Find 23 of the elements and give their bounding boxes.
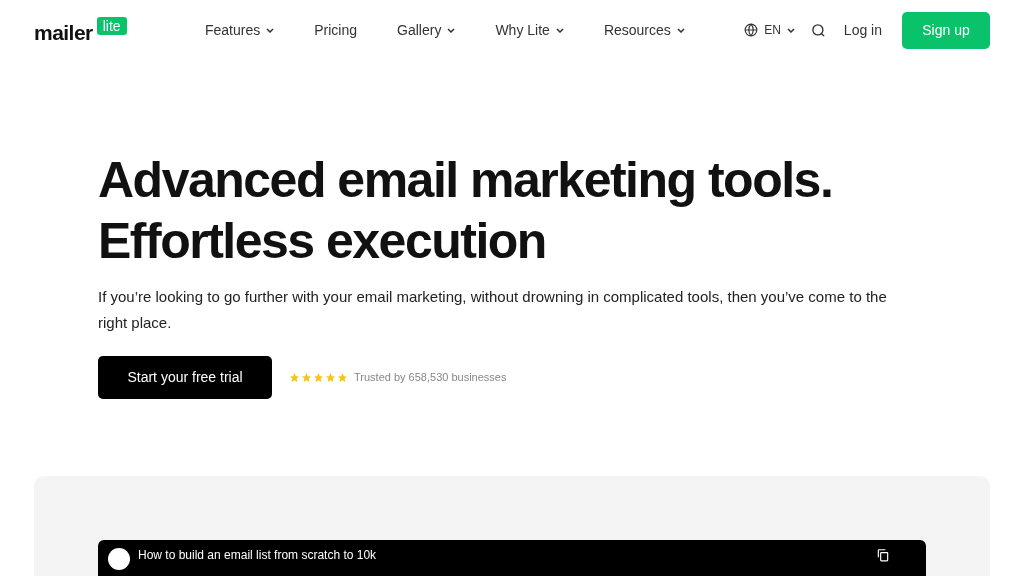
search-icon[interactable] xyxy=(810,22,826,38)
trust-text: Trusted by 658,530 businesses xyxy=(354,370,507,386)
nav-link[interactable]: Gallery xyxy=(397,19,456,41)
logo-wordmark[interactable]: mailer xyxy=(34,22,93,43)
video-title: How to build an email list from scratch to 10k xyxy=(138,548,377,562)
globe-icon[interactable] xyxy=(744,23,759,37)
channel-avatar xyxy=(108,548,130,570)
login-link[interactable]: Log in xyxy=(843,19,882,41)
chevron-down-icon xyxy=(676,27,685,33)
nav-link[interactable]: Why Lite xyxy=(495,19,564,41)
copy-icon[interactable] xyxy=(876,548,890,562)
nav-link[interactable]: Pricing xyxy=(314,19,358,41)
nav-link[interactable]: Features xyxy=(205,19,275,41)
free-trial-button[interactable]: Start your free trial xyxy=(98,356,272,399)
chevron-down-icon xyxy=(266,27,275,33)
chevron-down-icon xyxy=(555,27,564,33)
hero-subtitle: If you’re looking to go further with your email marketing, without drowning in complicated tools, then you’ve come to the right place. xyxy=(98,287,888,333)
video-player[interactable]: How to build an email list from scratch to 10k xyxy=(98,540,926,576)
hero-heading: Advanced email marketing tools. Effortless execution xyxy=(98,151,834,271)
chevron-down-icon xyxy=(786,27,795,33)
nav-link[interactable]: Resources xyxy=(603,19,685,41)
language-selector[interactable]: EN xyxy=(764,21,795,39)
chevron-down-icon xyxy=(447,27,456,33)
